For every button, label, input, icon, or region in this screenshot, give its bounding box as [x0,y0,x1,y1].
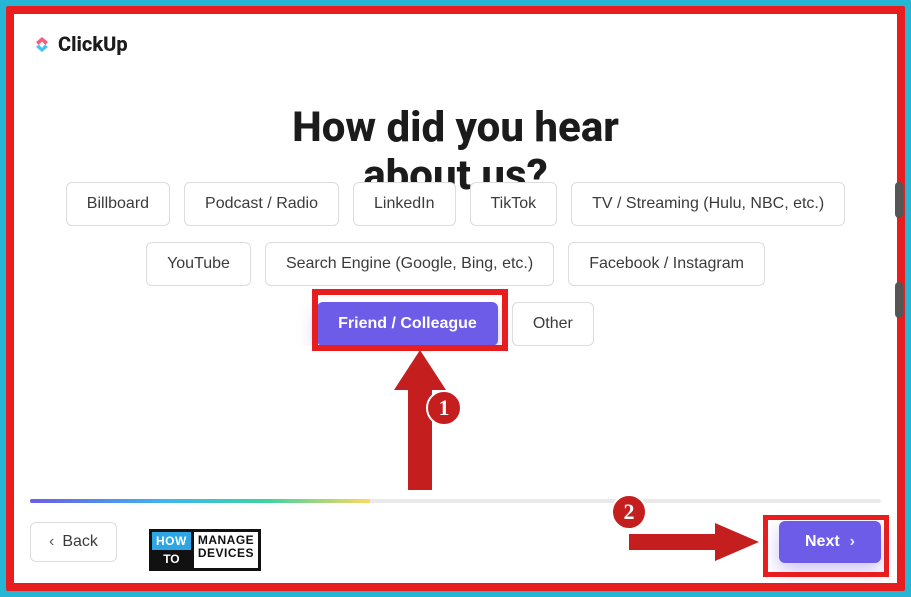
options-row-2: YouTube Search Engine (Google, Bing, etc… [54,242,857,286]
watermark-line2: DEVICES [198,547,254,560]
watermark-right: MANAGE DEVICES [191,532,258,568]
chevron-right-icon: › [850,533,855,551]
progress-bar [30,499,881,503]
option-other[interactable]: Other [512,302,594,346]
progress-fill [30,499,370,503]
option-search-engine[interactable]: Search Engine (Google, Bing, etc.) [265,242,554,286]
next-button-label: Next [805,533,840,551]
option-tiktok[interactable]: TikTok [470,182,558,226]
option-podcast-radio[interactable]: Podcast / Radio [184,182,339,226]
clickup-logo-text: ClickUp [58,32,128,56]
onboarding-panel: ClickUp How did you hear about us? Billb… [14,14,897,583]
options-row-3: Friend / Colleague Other [54,302,857,346]
watermark-line1: MANAGE [198,534,254,547]
option-linkedin[interactable]: LinkedIn [353,182,456,226]
annotated-frame: ClickUp How did you hear about us? Billb… [6,6,905,591]
clickup-logo-icon [32,34,52,54]
option-facebook-instagram[interactable]: Facebook / Instagram [568,242,765,286]
annotation-badge-1-text: 1 [439,395,450,421]
watermark-logo: HOW TO MANAGE DEVICES [149,529,261,571]
watermark-left: HOW TO [152,532,191,568]
watermark-to: TO [152,550,191,568]
watermark-how: HOW [152,532,191,550]
next-button[interactable]: Next › [779,521,881,563]
back-button[interactable]: ‹ Back [30,522,117,562]
chevron-left-icon: ‹ [49,533,54,551]
option-youtube[interactable]: YouTube [146,242,251,286]
option-billboard[interactable]: Billboard [66,182,170,226]
option-tv-streaming[interactable]: TV / Streaming (Hulu, NBC, etc.) [571,182,845,226]
clickup-logo: ClickUp [32,32,128,56]
annotation-arrow-1 [390,350,450,490]
scrollbar-stub [895,282,903,318]
heading-line-1: How did you hear [292,103,619,152]
options-row-1: Billboard Podcast / Radio LinkedIn TikTo… [54,182,857,226]
scrollbar-stub [895,182,903,218]
back-button-label: Back [62,533,98,551]
annotation-badge-1: 1 [426,390,462,426]
option-friend-colleague[interactable]: Friend / Colleague [317,302,498,346]
